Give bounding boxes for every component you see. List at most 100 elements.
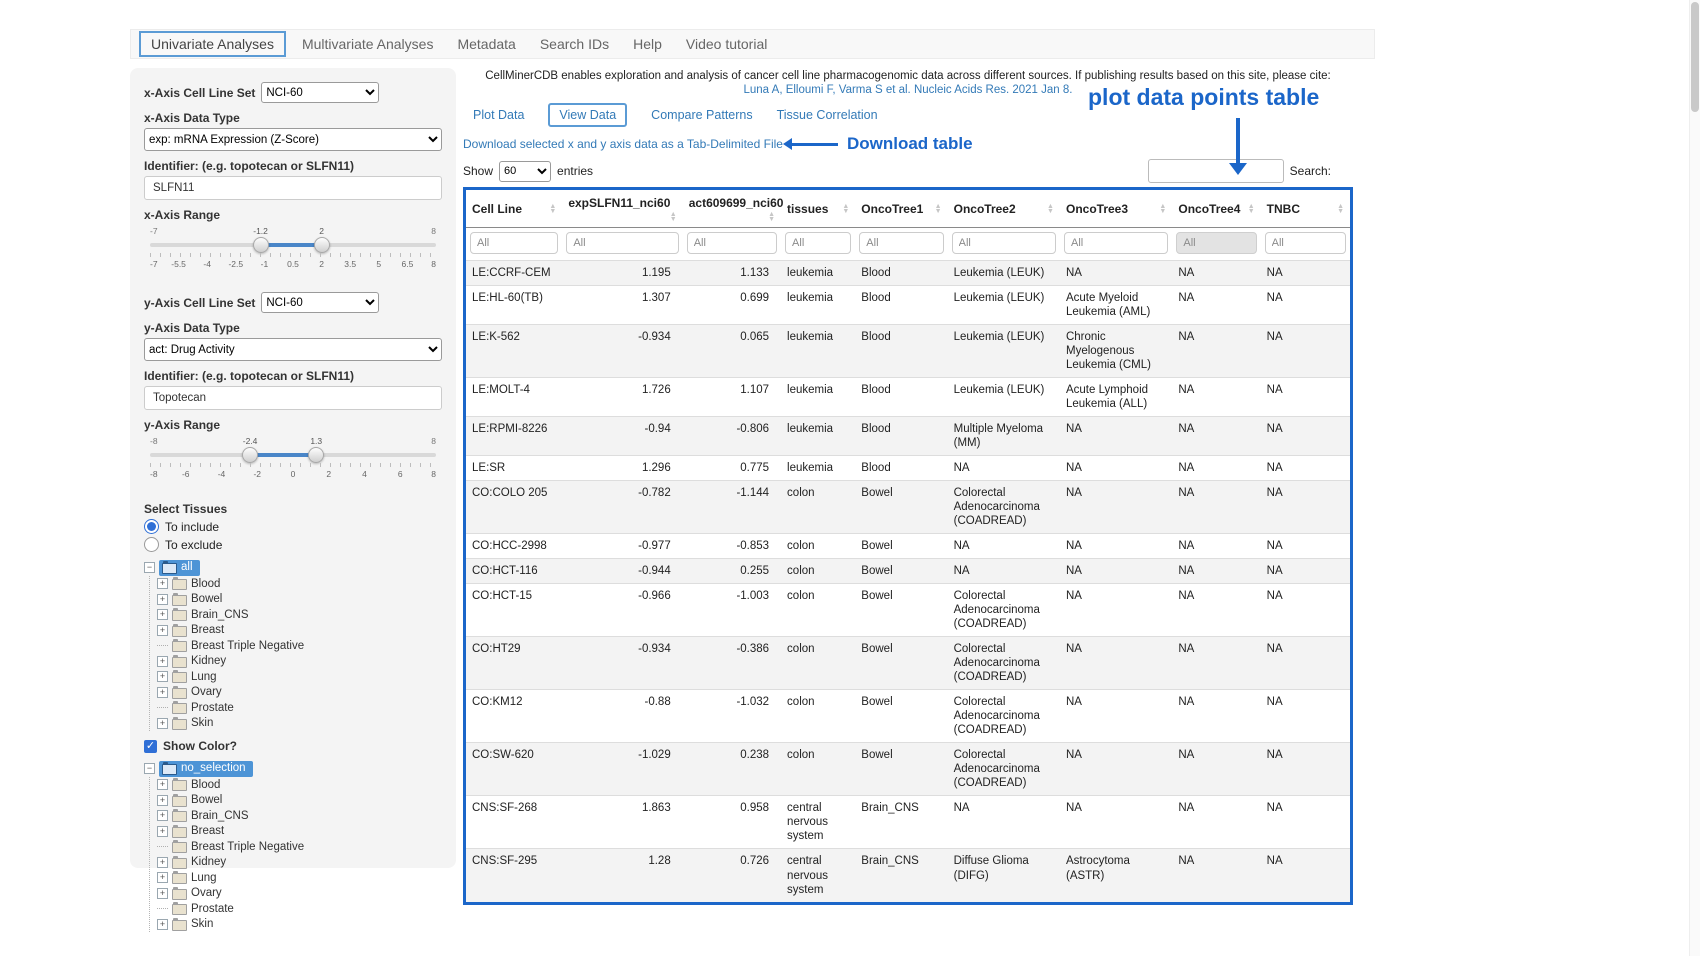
include-tree-root-collapse-expander-icon[interactable]: − [144, 562, 155, 573]
x-data-type-select[interactable]: exp: mRNA Expression (Z-Score) [144, 128, 442, 151]
x-range-slider[interactable]: -78-1.22-7-5.5-4-2.5-10.523.556.58 [150, 226, 436, 274]
table-row-cns-sf-295[interactable]: CNS:SF-2951.280.726central nervous syste… [466, 849, 1350, 902]
column-header-oncotree1[interactable]: OncoTree1▲▼ [855, 190, 947, 228]
include-tree-item-prostate[interactable]: Prostate [157, 700, 442, 716]
filter-input-oncotree2[interactable] [952, 232, 1056, 254]
search-input[interactable] [1148, 159, 1284, 183]
show-color-checkbox[interactable]: ✓ [144, 740, 157, 753]
download-link[interactable]: Download selected x and y axis data as a… [463, 137, 783, 151]
exclude-tree-item-bowel[interactable]: +Bowel [157, 793, 442, 809]
filter-input-oncotree1[interactable] [859, 232, 943, 254]
include-tree-root-row[interactable]: −all [144, 559, 442, 576]
nav-tab-metadata[interactable]: Metadata [445, 32, 527, 56]
nav-tab-help[interactable]: Help [621, 32, 674, 56]
filter-input-tissues[interactable] [785, 232, 851, 254]
table-row-co-hct-15[interactable]: CO:HCT-15-0.966-1.003colonBowelColorecta… [466, 584, 1350, 637]
expand-plus-icon[interactable]: + [157, 919, 168, 930]
expand-plus-icon[interactable]: + [157, 888, 168, 899]
x-range-high-handle[interactable] [314, 237, 330, 253]
tab-view-data[interactable]: View Data [548, 103, 627, 127]
table-row-co-ht29[interactable]: CO:HT29-0.934-0.386colonBowelColorectal … [466, 637, 1350, 690]
expand-plus-icon[interactable]: + [157, 810, 168, 821]
filter-input-expslfn11-nci60[interactable] [566, 232, 678, 254]
table-row-le-ccrf-cem[interactable]: LE:CCRF-CEM1.1951.133leukemiaBloodLeukem… [466, 261, 1350, 286]
filter-input-tnbc[interactable] [1265, 232, 1346, 254]
include-tree-item-kidney[interactable]: +Kidney [157, 654, 442, 670]
column-header-act609699-nci60[interactable]: act609699_nci60▲▼ [683, 190, 781, 228]
expand-plus-icon[interactable]: + [157, 609, 168, 620]
exclude-tree-item-brain-cns[interactable]: +Brain_CNS [157, 808, 442, 824]
column-header-tnbc[interactable]: TNBC▲▼ [1261, 190, 1350, 228]
expand-plus-icon[interactable]: + [157, 671, 168, 682]
table-row-le-hl-60-tb[interactable]: LE:HL-60(TB)1.3070.699leukemiaBloodLeuke… [466, 286, 1350, 325]
table-row-co-sw-620[interactable]: CO:SW-620-1.0290.238colonBowelColorectal… [466, 743, 1350, 796]
filter-input-oncotree3[interactable] [1064, 232, 1168, 254]
tab-compare-patterns[interactable]: Compare Patterns [651, 108, 752, 122]
table-row-le-molt-4[interactable]: LE:MOLT-41.7261.107leukemiaBloodLeukemia… [466, 378, 1350, 417]
nav-tab-video-tutorial[interactable]: Video tutorial [674, 32, 779, 56]
exclude-tree-root-collapse-expander-icon[interactable]: − [144, 763, 155, 774]
expand-plus-icon[interactable]: + [157, 795, 168, 806]
column-header-oncotree2[interactable]: OncoTree2▲▼ [948, 190, 1060, 228]
exclude-tree-item-kidney[interactable]: +Kidney [157, 855, 442, 871]
exclude-tree-item-prostate[interactable]: Prostate [157, 901, 442, 917]
exclude-tree-root-row[interactable]: −no_selection [144, 760, 442, 777]
table-row-le-rpmi-8226[interactable]: LE:RPMI-8226-0.94-0.806leukemiaBloodMult… [466, 417, 1350, 456]
expand-plus-icon[interactable]: + [157, 826, 168, 837]
to-exclude-radio[interactable] [144, 537, 159, 552]
exclude-tree-item-ovary[interactable]: +Ovary [157, 886, 442, 902]
y-range-high-handle[interactable] [308, 447, 324, 463]
y-data-type-select[interactable]: act: Drug Activity [144, 338, 442, 361]
exclude-tree-item-breast[interactable]: +Breast [157, 824, 442, 840]
x-cell-line-set-select[interactable]: NCI-60 [261, 82, 379, 103]
exclude-tree-item-breast-triple-negative[interactable]: Breast Triple Negative [157, 839, 442, 855]
expand-plus-icon[interactable]: + [157, 625, 168, 636]
filter-input-act609699-nci60[interactable] [687, 232, 777, 254]
column-header-oncotree4[interactable]: OncoTree4▲▼ [1172, 190, 1260, 228]
include-tree-item-ovary[interactable]: +Ovary [157, 685, 442, 701]
expand-plus-icon[interactable]: + [157, 718, 168, 729]
table-row-co-hct-116[interactable]: CO:HCT-116-0.9440.255colonBowelNANANANA [466, 559, 1350, 584]
include-tree-item-bowel[interactable]: +Bowel [157, 592, 442, 608]
expand-plus-icon[interactable]: + [157, 578, 168, 589]
exclude-tree-root-no-selection[interactable]: no_selection [159, 761, 253, 777]
filter-input-cell-line[interactable] [470, 232, 558, 254]
table-row-le-k-562[interactable]: LE:K-562-0.9340.065leukemiaBloodLeukemia… [466, 325, 1350, 378]
tab-plot-data[interactable]: Plot Data [473, 108, 524, 122]
column-header-expslfn11-nci60[interactable]: expSLFN11_nci60▲▼ [562, 190, 682, 228]
nav-tab-search-ids[interactable]: Search IDs [528, 32, 621, 56]
exclude-tree-item-blood[interactable]: +Blood [157, 777, 442, 793]
include-tree-root-all[interactable]: all [159, 560, 200, 576]
include-tree-item-skin[interactable]: +Skin [157, 716, 442, 732]
exclude-tree-item-lung[interactable]: +Lung [157, 870, 442, 886]
column-header-tissues[interactable]: tissues▲▼ [781, 190, 855, 228]
expand-plus-icon[interactable]: + [157, 594, 168, 605]
include-tree-item-breast[interactable]: +Breast [157, 623, 442, 639]
column-header-cell-line[interactable]: Cell Line▲▼ [466, 190, 562, 228]
column-header-oncotree3[interactable]: OncoTree3▲▼ [1060, 190, 1172, 228]
y-identifier-input[interactable] [144, 386, 442, 410]
y-cell-line-set-select[interactable]: NCI-60 [261, 292, 379, 313]
filter-input-oncotree4[interactable] [1176, 232, 1256, 254]
include-tree-item-brain-cns[interactable]: +Brain_CNS [157, 607, 442, 623]
expand-plus-icon[interactable]: + [157, 872, 168, 883]
table-row-co-km12[interactable]: CO:KM12-0.88-1.032colonBowelColorectal A… [466, 690, 1350, 743]
nav-tab-univariate-analyses[interactable]: Univariate Analyses [139, 31, 286, 57]
to-include-radio[interactable] [144, 519, 159, 534]
include-tree-item-breast-triple-negative[interactable]: Breast Triple Negative [157, 638, 442, 654]
expand-plus-icon[interactable]: + [157, 857, 168, 868]
exclude-tree-item-skin[interactable]: +Skin [157, 917, 442, 933]
table-row-le-sr[interactable]: LE:SR1.2960.775leukemiaBloodNANANANA [466, 456, 1350, 481]
table-row-cns-sf-268[interactable]: CNS:SF-2681.8630.958central nervous syst… [466, 796, 1350, 849]
include-tree-item-blood[interactable]: +Blood [157, 576, 442, 592]
table-row-co-colo-205[interactable]: CO:COLO 205-0.782-1.144colonBowelColorec… [466, 481, 1350, 534]
expand-plus-icon[interactable]: + [157, 656, 168, 667]
nav-tab-multivariate-analyses[interactable]: Multivariate Analyses [290, 32, 446, 56]
y-range-slider[interactable]: -88-2.41.3-8-6-4-202468 [150, 436, 436, 484]
expand-plus-icon[interactable]: + [157, 687, 168, 698]
x-identifier-input[interactable] [144, 176, 442, 200]
x-range-low-handle[interactable] [253, 237, 269, 253]
expand-plus-icon[interactable]: + [157, 779, 168, 790]
table-row-co-hcc-2998[interactable]: CO:HCC-2998-0.977-0.853colonBowelNANANAN… [466, 534, 1350, 559]
scrollbar-thumb[interactable] [1691, 2, 1699, 112]
